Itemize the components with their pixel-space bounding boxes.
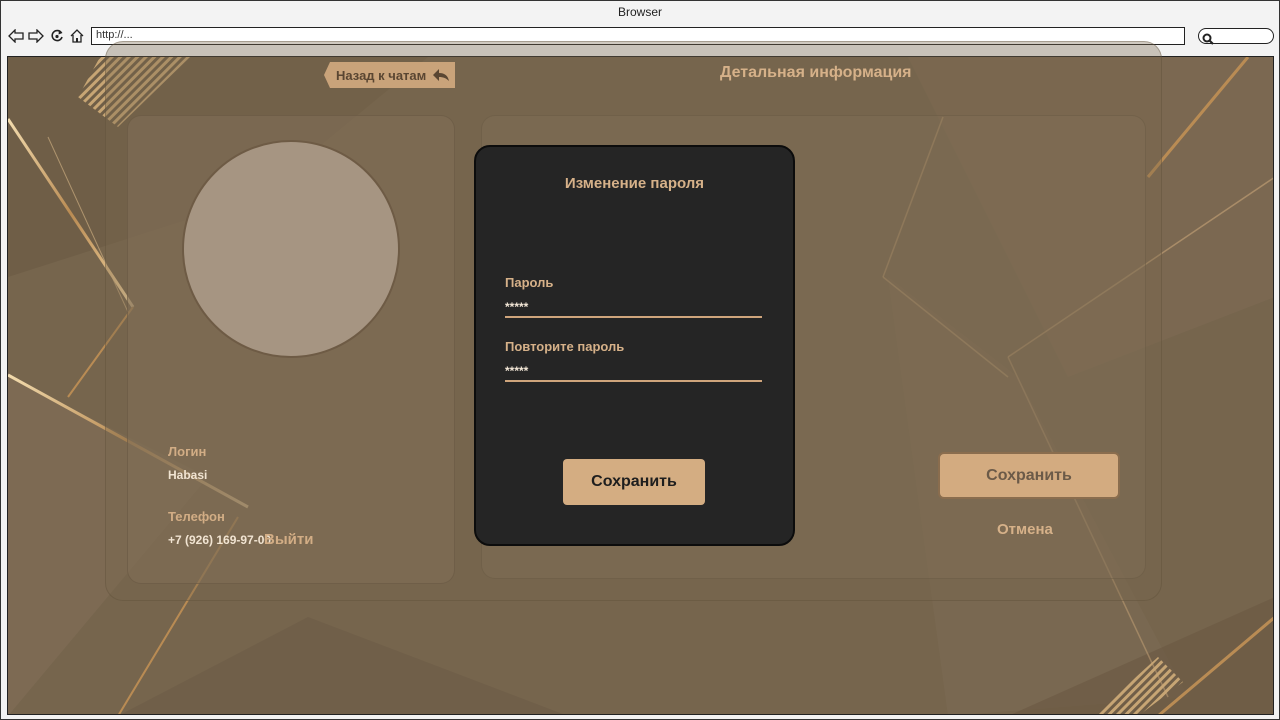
page-title: Детальная информация <box>720 64 912 81</box>
arrow-right-icon[interactable] <box>27 27 45 45</box>
browser-search-box[interactable] <box>1198 28 1274 45</box>
repeat-password-field[interactable] <box>505 362 762 382</box>
modal-save-button[interactable]: Сохранить <box>563 459 705 505</box>
avatar[interactable] <box>182 140 400 358</box>
modal-title: Изменение пароля <box>564 175 705 192</box>
back-to-chats-label: Назад к чатам <box>336 67 427 83</box>
logout-button[interactable]: Выйти <box>264 531 313 548</box>
reply-arrow-icon <box>432 68 450 82</box>
password-label: Пароль <box>505 275 554 290</box>
repeat-password-label: Повторите пароль <box>505 339 625 354</box>
arrow-left-icon[interactable] <box>7 27 25 45</box>
search-icon <box>1202 30 1214 49</box>
phone-label: Телефон <box>168 509 225 524</box>
save-button[interactable]: Сохранить <box>938 452 1120 499</box>
browser-title: Browser <box>617 5 662 19</box>
password-field[interactable] <box>505 298 762 318</box>
login-label: Логин <box>168 444 207 459</box>
cancel-button[interactable]: Отмена <box>997 521 1053 538</box>
back-to-chats-button[interactable]: Назад к чатам <box>324 62 455 88</box>
change-password-modal: Изменение пароля Пароль Повторите пароль… <box>474 145 795 546</box>
login-value: Habasi <box>168 468 208 482</box>
reload-icon[interactable] <box>48 27 66 45</box>
phone-value: +7 (926) 169-97-00 <box>168 533 272 547</box>
home-icon[interactable] <box>68 27 86 45</box>
